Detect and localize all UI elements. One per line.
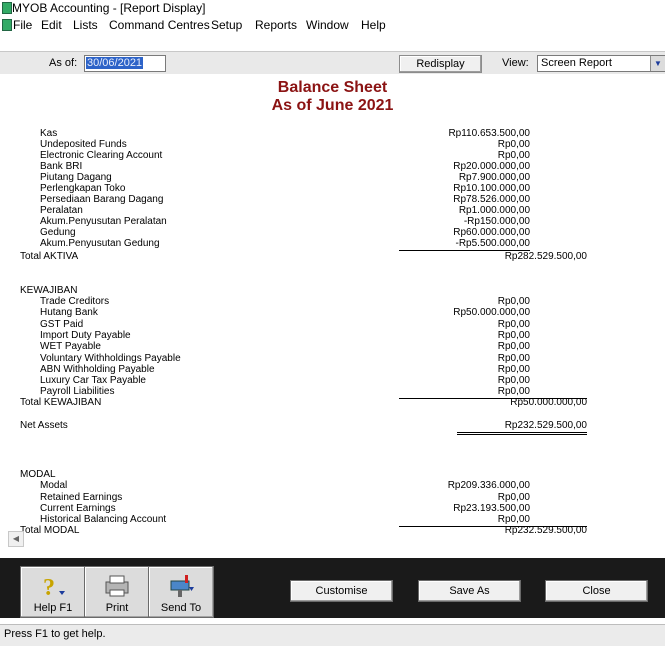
total-kewajiban-label: Total KEWAJIBAN	[20, 397, 102, 408]
account-amount: Rp209.336.000,00	[447, 480, 530, 491]
menu-file[interactable]: File	[13, 18, 32, 32]
help-button[interactable]: ? Help F1	[20, 566, 86, 618]
mailbox-icon	[170, 575, 194, 597]
account-label: Hutang Bank	[40, 307, 98, 318]
customise-button[interactable]: Customise	[290, 580, 393, 602]
total-kewajiban-amount: Rp50.000.000,00	[510, 397, 587, 408]
total-modal-label: Total MODAL	[20, 525, 80, 536]
net-assets-amount: Rp232.529.500,00	[504, 420, 587, 431]
menu-reports[interactable]: Reports	[255, 18, 297, 32]
send-to-button-label: Send To	[160, 602, 202, 614]
account-label: Akum.Penyusutan Gedung	[40, 238, 160, 249]
report-title: Balance Sheet	[277, 79, 388, 96]
report-area: Balance Sheet As of June 2021 Kas Rp110.…	[0, 74, 665, 540]
account-amount: Rp0,00	[497, 341, 530, 352]
title-bar: MYOB Accounting - [Report Display]	[0, 0, 665, 16]
double-underline-bottom	[457, 434, 587, 435]
close-button[interactable]: Close	[545, 580, 648, 602]
double-underline-top	[457, 432, 587, 433]
scroll-left-arrow-icon[interactable]: ◀	[8, 531, 24, 547]
view-label: View:	[502, 57, 529, 69]
help-button-label: Help F1	[33, 602, 73, 614]
status-text: Press F1 to get help.	[4, 628, 106, 640]
total-modal-amount: Rp232.529.500,00	[504, 525, 587, 536]
status-bar: Press F1 to get help.	[0, 624, 665, 646]
chevron-down-icon[interactable]: ▼	[650, 56, 665, 71]
menu-window[interactable]: Window	[306, 18, 349, 32]
view-select-value[interactable]: Screen Report	[541, 57, 612, 69]
svg-text:?: ?	[43, 575, 55, 599]
as-of-date-input[interactable]: 30/06/2021	[84, 55, 166, 72]
help-question-icon: ?	[43, 575, 65, 599]
print-button[interactable]: Print	[84, 566, 150, 618]
as-of-date-value[interactable]: 30/06/2021	[86, 57, 144, 69]
printer-icon	[105, 575, 129, 597]
bottom-button-bar: ? Help F1 Print Send To Customise Save A…	[0, 558, 665, 618]
document-icon[interactable]	[2, 19, 12, 31]
send-to-button[interactable]: Send To	[148, 566, 214, 618]
save-as-button[interactable]: Save As	[418, 580, 521, 602]
menu-edit[interactable]: Edit	[41, 18, 62, 32]
redisplay-button[interactable]: Redisplay	[399, 55, 482, 73]
menu-command-centres[interactable]: Command Centres	[109, 18, 210, 32]
net-assets-label: Net Assets	[20, 420, 68, 431]
window-title: MYOB Accounting - [Report Display]	[12, 1, 206, 15]
account-label: WET Payable	[40, 341, 101, 352]
menu-help[interactable]: Help	[361, 18, 386, 32]
account-amount: -Rp5.500.000,00	[455, 238, 530, 249]
total-aktiva-amount: Rp282.529.500,00	[504, 251, 587, 262]
view-select[interactable]: Screen Report ▼	[537, 55, 665, 72]
total-aktiva-label: Total AKTIVA	[20, 251, 79, 262]
account-amount: Rp50.000.000,00	[453, 307, 530, 318]
menu-bar: File Edit Lists Command Centres Setup Re…	[0, 16, 665, 34]
menu-lists[interactable]: Lists	[73, 18, 98, 32]
as-of-label: As of:	[49, 57, 78, 69]
print-button-label: Print	[105, 602, 129, 614]
account-label: Modal	[40, 480, 68, 491]
app-icon	[2, 2, 12, 14]
report-toolbar: As of: 30/06/2021 Redisplay View: Screen…	[0, 51, 665, 76]
menu-setup[interactable]: Setup	[211, 18, 242, 32]
report-subtitle: As of June 2021	[271, 97, 394, 114]
